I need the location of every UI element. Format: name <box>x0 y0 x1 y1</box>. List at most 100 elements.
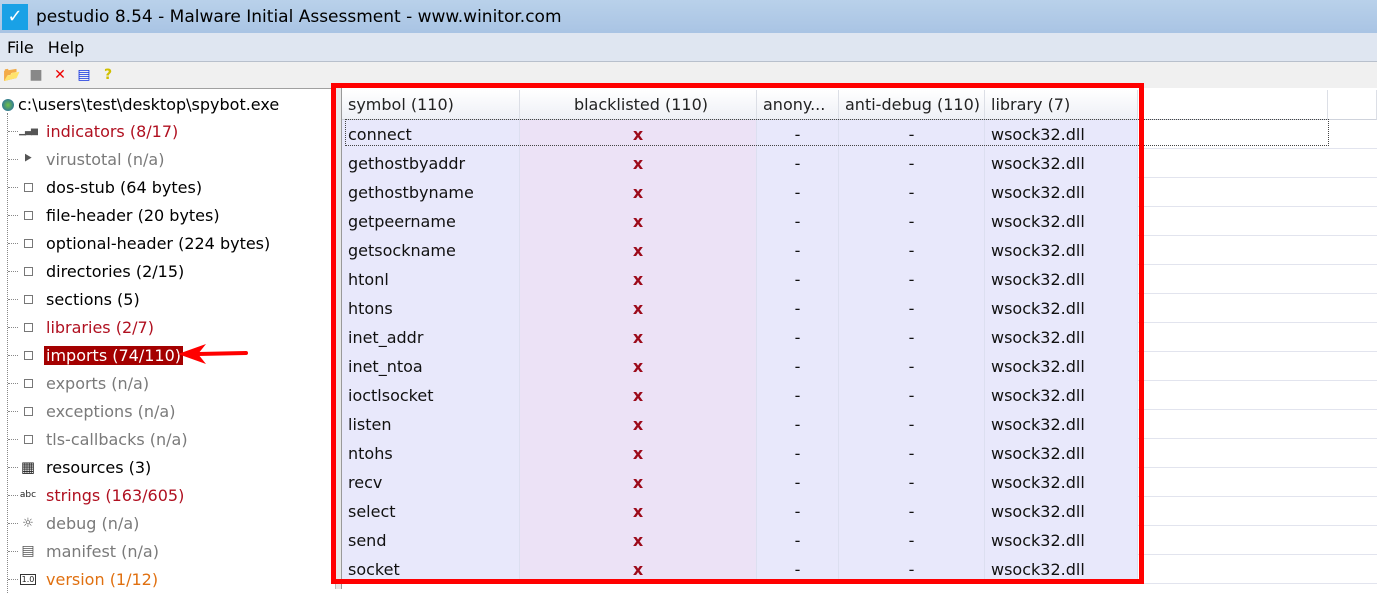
column-header-symbol[interactable]: symbol (110) <box>342 90 520 120</box>
save-icon[interactable]: ■ <box>27 67 45 83</box>
tree-item-label: imports (74/110) <box>44 345 184 365</box>
column-header-library[interactable]: library (7) <box>985 90 1138 120</box>
tree-connector <box>8 382 18 384</box>
library-cell: wsock32.dll <box>985 207 1138 236</box>
tree-connector <box>8 522 18 524</box>
tree-item-label: sections (5) <box>46 289 140 309</box>
anti-debug-cell: - <box>839 265 985 294</box>
tree-connector <box>8 438 18 440</box>
anti-debug-cell: - <box>839 352 985 381</box>
box-icon <box>20 263 36 279</box>
tree-item-tls-callbacks[interactable]: tls-callbacks (n/a) <box>8 427 190 451</box>
anonymous-cell: - <box>757 497 839 526</box>
tree-item-directories[interactable]: directories (2/15) <box>8 259 186 283</box>
clipboard-icon[interactable]: ▤ <box>75 67 93 83</box>
tree-item-label: virustotal (n/a) <box>46 149 165 169</box>
tree-item-dos-stub[interactable]: dos-stub (64 bytes) <box>8 175 204 199</box>
library-cell: wsock32.dll <box>985 381 1138 410</box>
table-row[interactable]: listen x - - wsock32.dll <box>342 410 1377 439</box>
tree-item-resources[interactable]: ▦ resources (3) <box>8 455 153 479</box>
symbol-cell: listen <box>342 410 520 439</box>
tree-item-debug[interactable]: ☼ debug (n/a) <box>8 511 141 535</box>
tree-item-optional-header[interactable]: optional-header (224 bytes) <box>8 231 272 255</box>
library-cell: wsock32.dll <box>985 120 1138 149</box>
box-icon <box>20 375 36 391</box>
tree-connector <box>8 466 18 468</box>
blacklisted-cell: x <box>520 555 757 584</box>
tree-root[interactable]: c:\users\test\desktop\spybot.exe <box>2 95 279 114</box>
blacklisted-cell: x <box>520 149 757 178</box>
anonymous-cell: - <box>757 207 839 236</box>
column-header-blacklisted[interactable]: blacklisted (110) <box>520 90 757 120</box>
anonymous-cell: - <box>757 555 839 584</box>
tree-item-version[interactable]: 1.0 version (1/12) <box>8 567 160 591</box>
table-row[interactable]: gethostbyname x - - wsock32.dll <box>342 178 1377 207</box>
tree-item-strings[interactable]: abc strings (163/605) <box>8 483 186 507</box>
table-row[interactable]: gethostbyaddr x - - wsock32.dll <box>342 149 1377 178</box>
symbol-cell: getsockname <box>342 236 520 265</box>
tree-panel: c:\users\test\desktop\spybot.exe ▁▃▅ indi… <box>0 88 335 593</box>
tree-connector <box>8 214 18 216</box>
app-icon: ✓ <box>2 3 28 30</box>
tree-connector <box>8 578 18 580</box>
tree-item-imports[interactable]: imports (74/110) <box>8 343 184 367</box>
header-empty-1 <box>1138 90 1328 120</box>
tree-item-sections[interactable]: sections (5) <box>8 287 142 311</box>
table-row[interactable]: inet_addr x - - wsock32.dll <box>342 323 1377 352</box>
tree-item-file-header[interactable]: file-header (20 bytes) <box>8 203 222 227</box>
table-row[interactable]: ntohs x - - wsock32.dll <box>342 439 1377 468</box>
symbol-cell: ioctlsocket <box>342 381 520 410</box>
anti-debug-cell: - <box>839 526 985 555</box>
globe-icon <box>2 98 14 111</box>
table-row[interactable]: send x - - wsock32.dll <box>342 526 1377 555</box>
column-header-anony[interactable]: anony... <box>757 90 839 120</box>
tree-item-libraries[interactable]: libraries (2/7) <box>8 315 156 339</box>
ver-icon: 1.0 <box>19 573 37 585</box>
tree-connector <box>8 298 18 300</box>
library-cell: wsock32.dll <box>985 149 1138 178</box>
anti-debug-cell: - <box>839 555 985 584</box>
tree-item-label: libraries (2/7) <box>46 317 154 337</box>
menu-help[interactable]: Help <box>41 38 91 57</box>
help-icon[interactable]: ? <box>99 67 117 83</box>
table-row[interactable]: htonl x - - wsock32.dll <box>342 265 1377 294</box>
menu-file[interactable]: File <box>0 38 41 57</box>
tree-item-label: indicators (8/17) <box>46 121 179 141</box>
library-cell: wsock32.dll <box>985 178 1138 207</box>
anonymous-cell: - <box>757 323 839 352</box>
open-icon[interactable]: 📂 <box>3 67 21 83</box>
column-header-antidebug[interactable]: anti-debug (110) <box>839 90 985 120</box>
symbol-cell: select <box>342 497 520 526</box>
box-icon <box>20 179 36 195</box>
splitter[interactable] <box>335 88 342 589</box>
box-icon <box>20 347 36 363</box>
anonymous-cell: - <box>757 410 839 439</box>
tree-connector <box>8 158 18 160</box>
table-row[interactable]: getsockname x - - wsock32.dll <box>342 236 1377 265</box>
blacklisted-cell: x <box>520 410 757 439</box>
table-row[interactable]: socket x - - wsock32.dll <box>342 555 1377 584</box>
toolbar: 📂 ■ ✕ ▤ ? <box>0 62 1377 88</box>
table-row[interactable]: inet_ntoa x - - wsock32.dll <box>342 352 1377 381</box>
table-row[interactable]: getpeername x - - wsock32.dll <box>342 207 1377 236</box>
table-row[interactable]: recv x - - wsock32.dll <box>342 468 1377 497</box>
table-row[interactable]: htons x - - wsock32.dll <box>342 294 1377 323</box>
tree-item-exceptions[interactable]: exceptions (n/a) <box>8 399 177 423</box>
header-empty-2 <box>1328 90 1377 120</box>
tree-connector <box>8 326 18 328</box>
tree-item-exports[interactable]: exports (n/a) <box>8 371 151 395</box>
table-row[interactable]: ioctlsocket x - - wsock32.dll <box>342 381 1377 410</box>
tree-item-virustotal[interactable]: ⯈ virustotal (n/a) <box>8 147 166 171</box>
table-row[interactable]: connect x - - wsock32.dll <box>342 120 1377 149</box>
vt-icon: ⯈ <box>22 151 34 167</box>
close-file-icon[interactable]: ✕ <box>51 67 69 83</box>
blacklisted-cell: x <box>520 178 757 207</box>
tree-item-manifest[interactable]: ▤ manifest (n/a) <box>8 539 161 563</box>
anonymous-cell: - <box>757 294 839 323</box>
tree-item-label: exports (n/a) <box>46 373 150 393</box>
symbol-cell: connect <box>342 120 520 149</box>
tree-item-indicators[interactable]: ▁▃▅ indicators (8/17) <box>8 119 180 143</box>
anti-debug-cell: - <box>839 410 985 439</box>
table-row[interactable]: select x - - wsock32.dll <box>342 497 1377 526</box>
library-cell: wsock32.dll <box>985 555 1138 584</box>
